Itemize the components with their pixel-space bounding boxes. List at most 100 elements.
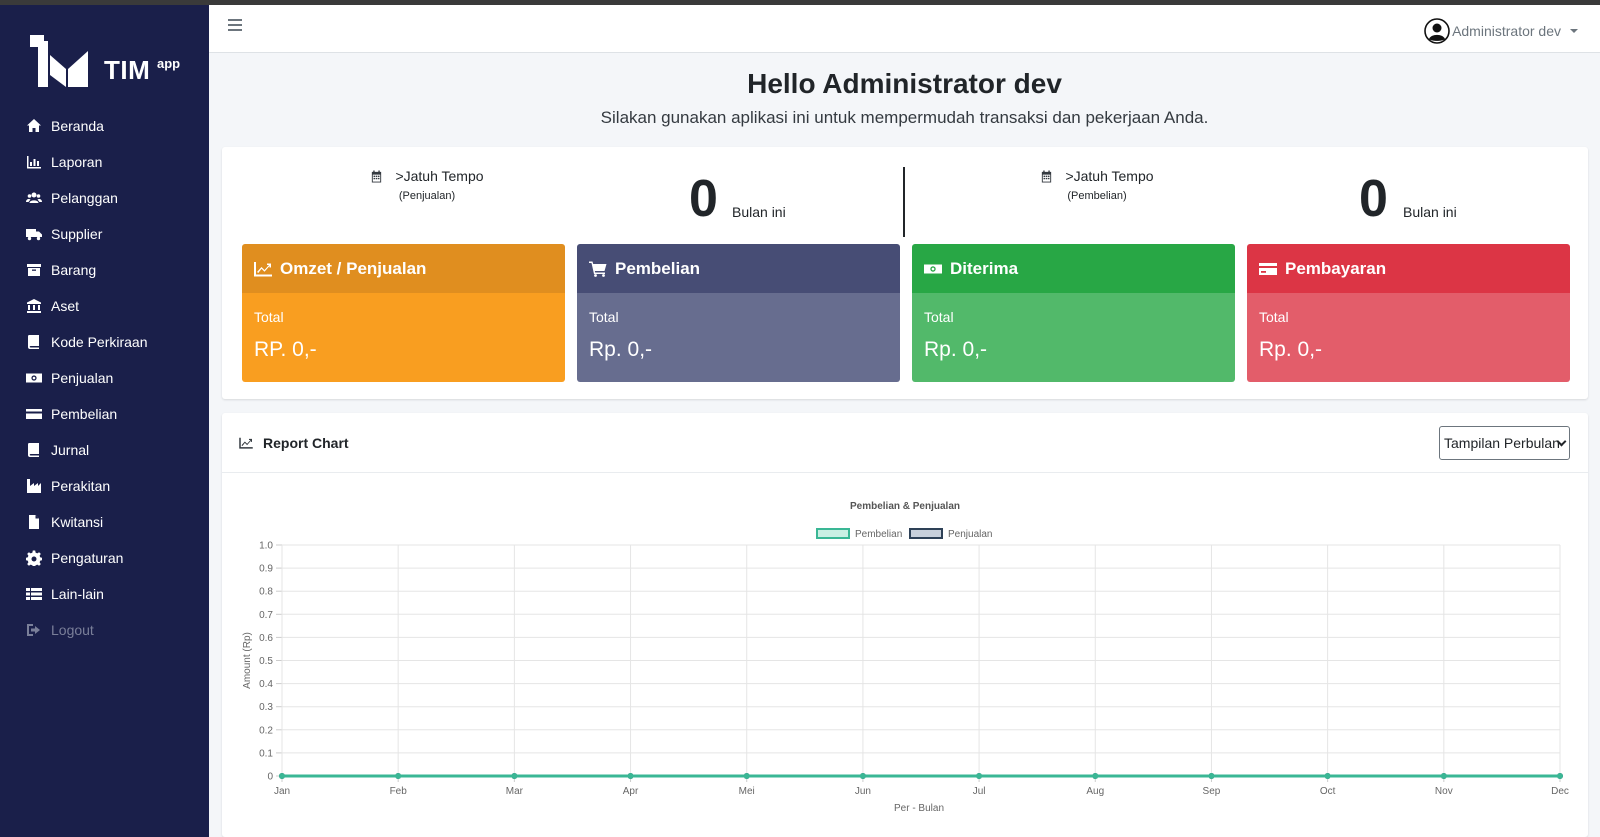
sidebar-item-laporan[interactable]: Laporan	[0, 144, 209, 180]
sidebar-item-label: Perakitan	[51, 478, 111, 494]
sidebar-item-label: Pengaturan	[51, 550, 124, 566]
sidebar-item-aset[interactable]: Aset	[0, 288, 209, 324]
sidebar: TIM app Beranda Laporan Pelanggan Suppli…	[0, 5, 209, 837]
data-point	[511, 773, 518, 779]
book-icon	[25, 442, 43, 458]
card-pembelian[interactable]: Pembelian Total Rp. 0,-	[577, 244, 900, 382]
sidebar-item-pengaturan[interactable]: Pengaturan	[0, 540, 209, 576]
y-tick-label: 0.2	[259, 725, 273, 736]
y-tick-label: 0.7	[259, 610, 273, 621]
sign-out-icon	[25, 622, 43, 638]
calendar-icon	[1042, 169, 1052, 183]
sidebar-item-kode-perkiraan[interactable]: Kode Perkiraan	[0, 324, 209, 360]
due-sales-subtitle: (Penjualan)	[398, 190, 456, 202]
data-point	[859, 773, 866, 779]
card-diterima[interactable]: Diterima Total Rp. 0,-	[912, 244, 1235, 382]
x-tick-label: Jan	[274, 786, 290, 797]
data-point	[743, 773, 750, 779]
calendar-icon	[372, 169, 382, 183]
data-point	[976, 773, 983, 779]
card-header: Pembelian	[577, 244, 900, 293]
sidebar-nav: Beranda Laporan Pelanggan Supplier Baran…	[0, 108, 209, 648]
legend-label: Penjualan	[948, 529, 992, 540]
line-chart-icon	[254, 261, 272, 276]
sidebar-item-pelanggan[interactable]: Pelanggan	[0, 180, 209, 216]
chart-header-label: Report Chart	[263, 435, 349, 451]
user-menu-dropdown[interactable]: Administrator dev	[1424, 18, 1578, 44]
sidebar-item-jurnal[interactable]: Jurnal	[0, 432, 209, 468]
data-point	[1324, 773, 1331, 779]
sidebar-item-label: Supplier	[51, 226, 103, 242]
card-body: Total Rp. 0,-	[577, 293, 900, 382]
x-tick-label: Oct	[1320, 786, 1336, 797]
x-tick-label: Feb	[390, 786, 408, 797]
x-tick-label: Jul	[973, 786, 986, 797]
sidebar-item-label: Laporan	[51, 154, 103, 170]
card-body: Total Rp. 0,-	[912, 293, 1235, 382]
y-axis-label: Amount (Rp)	[242, 632, 253, 689]
data-point	[627, 773, 634, 779]
card-label: Total	[924, 309, 954, 325]
chart-header-title: Report Chart	[239, 435, 349, 451]
x-tick-label: Sep	[1203, 786, 1221, 797]
due-purchase-count: 0	[1359, 170, 1388, 228]
card-omzet-penjualan[interactable]: Omzet / Penjualan Total RP. 0,-	[242, 244, 565, 382]
sidebar-item-label: Pelanggan	[51, 190, 118, 206]
summary-panel: >Jatuh Tempo (Penjualan) 0 Bulan ini >Ja…	[222, 147, 1588, 399]
x-tick-label: Nov	[1435, 786, 1453, 797]
list-icon	[25, 586, 43, 602]
cart-icon	[589, 261, 607, 277]
due-sales-title: >Jatuh Tempo	[395, 168, 484, 184]
line-chart: Pembelian & Penjualan Pembelian Penjualan 0…	[242, 501, 1569, 814]
x-tick-label: Dec	[1551, 786, 1569, 797]
sidebar-item-logout[interactable]: Logout	[0, 612, 209, 648]
sidebar-item-perakitan[interactable]: Perakitan	[0, 468, 209, 504]
topbar: Administrator dev	[209, 5, 1600, 53]
card-value: Rp. 0,-	[924, 338, 988, 361]
report-chart-card: Report Chart Tampilan Perbulan Pembelian…	[222, 413, 1588, 837]
sidebar-item-label: Penjualan	[51, 370, 114, 386]
y-tick-label: 0.9	[259, 564, 273, 575]
x-axis-label: Per - Bulan	[894, 803, 944, 814]
page-subtitle: Silakan gunakan aplikasi ini untuk mempe…	[600, 108, 1209, 127]
credit-card-icon	[25, 406, 43, 422]
card-header: Diterima	[912, 244, 1235, 293]
x-tick-label: Aug	[1086, 786, 1104, 797]
due-sales-count: 0	[689, 170, 718, 228]
x-tick-label: Mar	[506, 786, 524, 797]
data-point	[1092, 773, 1099, 779]
sidebar-item-label: Beranda	[51, 118, 104, 134]
money-icon	[25, 370, 43, 386]
card-pembayaran[interactable]: Pembayaran Total Rp. 0,-	[1247, 244, 1570, 382]
logo-superscript: app	[157, 56, 181, 71]
due-purchase-period: Bulan ini	[1403, 204, 1457, 220]
period-select[interactable]: Tampilan Perbulan	[1439, 426, 1570, 460]
sidebar-item-penjualan[interactable]: Penjualan	[0, 360, 209, 396]
money-icon	[924, 264, 942, 273]
legend-label: Pembelian	[855, 529, 902, 540]
logo-text: TIM	[104, 55, 151, 85]
gear-icon	[25, 550, 43, 566]
industry-icon	[25, 478, 43, 494]
card-header: Pembayaran	[1247, 244, 1570, 293]
sidebar-item-supplier[interactable]: Supplier	[0, 216, 209, 252]
y-tick-label: 0.1	[259, 748, 273, 759]
sidebar-item-barang[interactable]: Barang	[0, 252, 209, 288]
due-sales-period: Bulan ini	[732, 204, 786, 220]
menu-toggle-icon[interactable]	[228, 19, 242, 33]
due-sales-block: >Jatuh Tempo (Penjualan)	[332, 168, 522, 202]
due-purchase-title: >Jatuh Tempo	[1065, 168, 1154, 184]
sidebar-item-label: Pembelian	[51, 406, 118, 422]
period-select-value: Tampilan Perbulan	[1444, 435, 1560, 451]
sidebar-item-kwitansi[interactable]: Kwitansi	[0, 504, 209, 540]
card-value: Rp. 0,-	[1259, 338, 1323, 361]
sidebar-item-label: Logout	[51, 622, 94, 638]
sidebar-item-beranda[interactable]: Beranda	[0, 108, 209, 144]
card-body: Total RP. 0,-	[242, 293, 565, 382]
sidebar-item-pembelian[interactable]: Pembelian	[0, 396, 209, 432]
sidebar-item-label: Barang	[51, 262, 97, 278]
sidebar-item-lain-lain[interactable]: Lain-lain	[0, 576, 209, 612]
bank-icon	[25, 298, 43, 314]
sidebar-item-label: Kwitansi	[51, 514, 104, 530]
card-body: Total Rp. 0,-	[1247, 293, 1570, 382]
